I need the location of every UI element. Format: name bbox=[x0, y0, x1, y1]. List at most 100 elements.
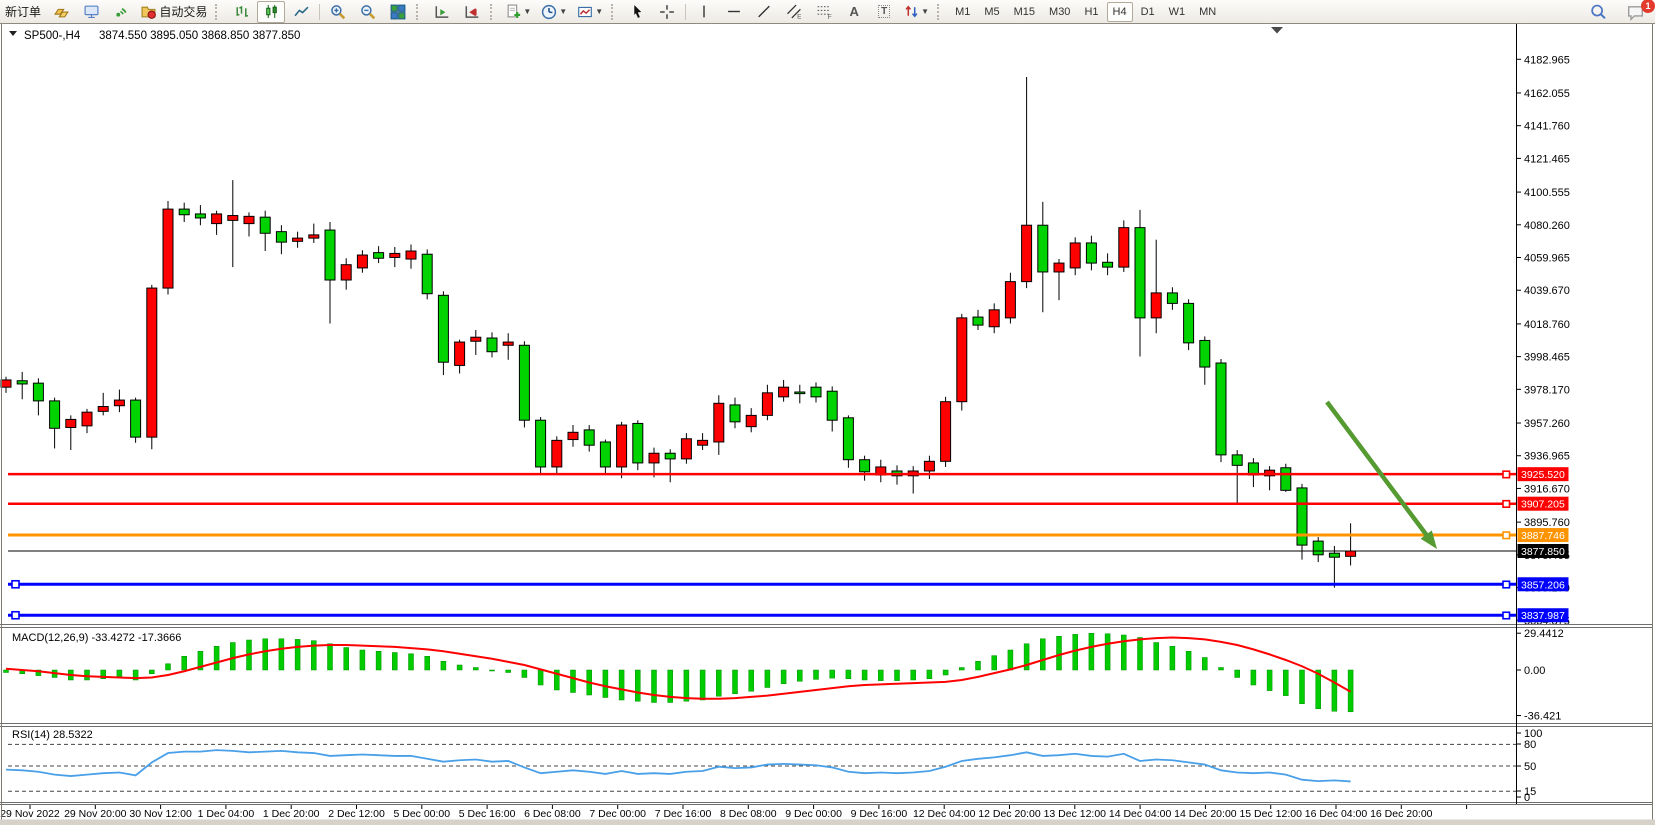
cursor-icon[interactable] bbox=[623, 1, 651, 23]
candle-bull bbox=[568, 432, 578, 439]
candle-bull bbox=[471, 337, 481, 341]
candle-bull bbox=[1005, 282, 1015, 318]
chart-step-icon[interactable] bbox=[428, 1, 456, 23]
line-handle[interactable] bbox=[12, 612, 19, 619]
price-tick-label: 4039.670 bbox=[1524, 285, 1570, 297]
macd-histogram-bar bbox=[765, 670, 770, 688]
macd-histogram-bar bbox=[1186, 651, 1191, 670]
chart-canvas[interactable]: 4182.9654162.0554141.7604121.4654100.555… bbox=[0, 0, 1655, 825]
zoom-in-icon[interactable] bbox=[324, 1, 352, 23]
tab-timeframe-H1[interactable]: H1 bbox=[1078, 2, 1104, 22]
chevron-down-icon[interactable]: ▼ bbox=[523, 7, 531, 16]
time-tick-label: 14 Dec 20:00 bbox=[1174, 808, 1237, 820]
line-chart-icon[interactable] bbox=[287, 1, 315, 23]
tab-timeframe-W1[interactable]: W1 bbox=[1163, 2, 1192, 22]
line-handle[interactable] bbox=[1503, 581, 1510, 588]
tab-timeframe-M5[interactable]: M5 bbox=[978, 2, 1005, 22]
toolbar-grip bbox=[611, 4, 619, 20]
crosshair-icon[interactable] bbox=[653, 1, 681, 23]
macd-histogram-bar bbox=[279, 639, 284, 670]
fibonacci-icon[interactable]: F bbox=[810, 1, 838, 23]
macd-histogram-bar bbox=[328, 644, 333, 670]
chevron-down-icon[interactable]: ▼ bbox=[559, 7, 567, 16]
channel-icon[interactable]: E bbox=[780, 1, 808, 23]
macd-histogram-bar bbox=[344, 648, 349, 671]
candle-bull bbox=[228, 216, 238, 221]
line-handle[interactable] bbox=[1503, 471, 1510, 478]
macd-histogram-bar bbox=[522, 670, 527, 678]
bar-chart-icon[interactable] bbox=[227, 1, 255, 23]
chat-icon[interactable]: 1 bbox=[1621, 1, 1649, 23]
candlestick-icon[interactable] bbox=[257, 1, 285, 23]
price-tick-label: 3936.965 bbox=[1524, 451, 1570, 463]
line-handle[interactable] bbox=[1503, 612, 1510, 619]
tile-windows-icon[interactable] bbox=[384, 1, 412, 23]
candle-bear bbox=[195, 214, 205, 218]
indicators-icon[interactable]: ▼ bbox=[502, 1, 535, 23]
candle-bear bbox=[33, 383, 43, 401]
macd-histogram-bar bbox=[295, 639, 300, 670]
time-tick-label: 15 Dec 12:00 bbox=[1239, 808, 1302, 820]
chevron-down-icon[interactable]: ▼ bbox=[921, 7, 929, 16]
candle-bull bbox=[455, 342, 465, 365]
candle-bull bbox=[649, 453, 659, 463]
candle-bear bbox=[665, 453, 675, 459]
arrows-icon[interactable]: ▼ bbox=[900, 1, 933, 23]
candle-bear bbox=[1103, 262, 1113, 267]
macd-histogram-bar bbox=[733, 670, 738, 694]
text-icon[interactable]: A bbox=[840, 1, 868, 23]
tab-timeframe-M15[interactable]: M15 bbox=[1008, 2, 1041, 22]
macd-histogram-bar bbox=[4, 670, 9, 673]
vertical-line-icon[interactable] bbox=[690, 1, 718, 23]
candle-bull bbox=[1054, 263, 1064, 272]
new-order-button[interactable]: 新订单 bbox=[1, 2, 45, 22]
tab-timeframe-H4[interactable]: H4 bbox=[1107, 2, 1133, 22]
templates-icon[interactable]: ▼ bbox=[573, 1, 607, 23]
chevron-down-icon[interactable]: ▼ bbox=[595, 7, 603, 16]
candle-bull bbox=[924, 461, 934, 471]
tab-timeframe-D1[interactable]: D1 bbox=[1135, 2, 1161, 22]
time-tick-label: 13 Dec 12:00 bbox=[1044, 808, 1107, 820]
candle-bull bbox=[98, 407, 108, 412]
horizontal-line-icon[interactable] bbox=[720, 1, 748, 23]
macd-tick-label: -36.421 bbox=[1524, 711, 1561, 723]
candle-bear bbox=[1329, 553, 1339, 557]
candle-bull bbox=[1346, 551, 1356, 556]
price-tick-label: 4162.055 bbox=[1524, 88, 1570, 100]
market-watch-icon[interactable] bbox=[77, 1, 105, 23]
macd-histogram-bar bbox=[943, 670, 948, 675]
trendline-icon[interactable] bbox=[750, 1, 778, 23]
signal-icon[interactable] bbox=[107, 1, 135, 23]
candle-bear bbox=[260, 217, 270, 233]
zoom-out-icon[interactable] bbox=[354, 1, 382, 23]
candle-bear bbox=[811, 387, 821, 397]
time-tick-label: 2 Dec 12:00 bbox=[328, 808, 385, 820]
tab-timeframe-M30[interactable]: M30 bbox=[1043, 2, 1076, 22]
macd-histogram-bar bbox=[214, 646, 219, 670]
candle-bull bbox=[244, 216, 254, 223]
toolbar-grip bbox=[416, 4, 424, 20]
line-handle[interactable] bbox=[12, 581, 19, 588]
candle-bear bbox=[325, 230, 335, 280]
text-label-icon[interactable]: T bbox=[870, 1, 898, 23]
gold-icon[interactable] bbox=[47, 1, 75, 23]
macd-histogram-bar bbox=[1105, 634, 1110, 670]
autotrade-button[interactable]: 自动交易 bbox=[137, 2, 211, 22]
macd-histogram-bar bbox=[959, 668, 964, 671]
macd-histogram-bar bbox=[716, 670, 721, 696]
macd-histogram-bar bbox=[182, 656, 187, 670]
time-tick-label: 12 Dec 20:00 bbox=[978, 808, 1041, 820]
tab-timeframe-M1[interactable]: M1 bbox=[949, 2, 976, 22]
line-handle[interactable] bbox=[1503, 532, 1510, 539]
price-label-text: 3877.850 bbox=[1521, 546, 1565, 558]
time-tick-label: 5 Dec 00:00 bbox=[393, 808, 450, 820]
macd-histogram-bar bbox=[392, 653, 397, 671]
tab-timeframe-MN[interactable]: MN bbox=[1193, 2, 1222, 22]
line-handle[interactable] bbox=[1503, 501, 1510, 508]
candle-bear bbox=[1135, 228, 1145, 318]
chart-end-icon[interactable] bbox=[458, 1, 486, 23]
search-icon[interactable] bbox=[1584, 1, 1612, 23]
macd-histogram-bar bbox=[781, 670, 786, 684]
macd-histogram-bar bbox=[992, 656, 997, 670]
periods-icon[interactable]: ▼ bbox=[537, 1, 571, 23]
